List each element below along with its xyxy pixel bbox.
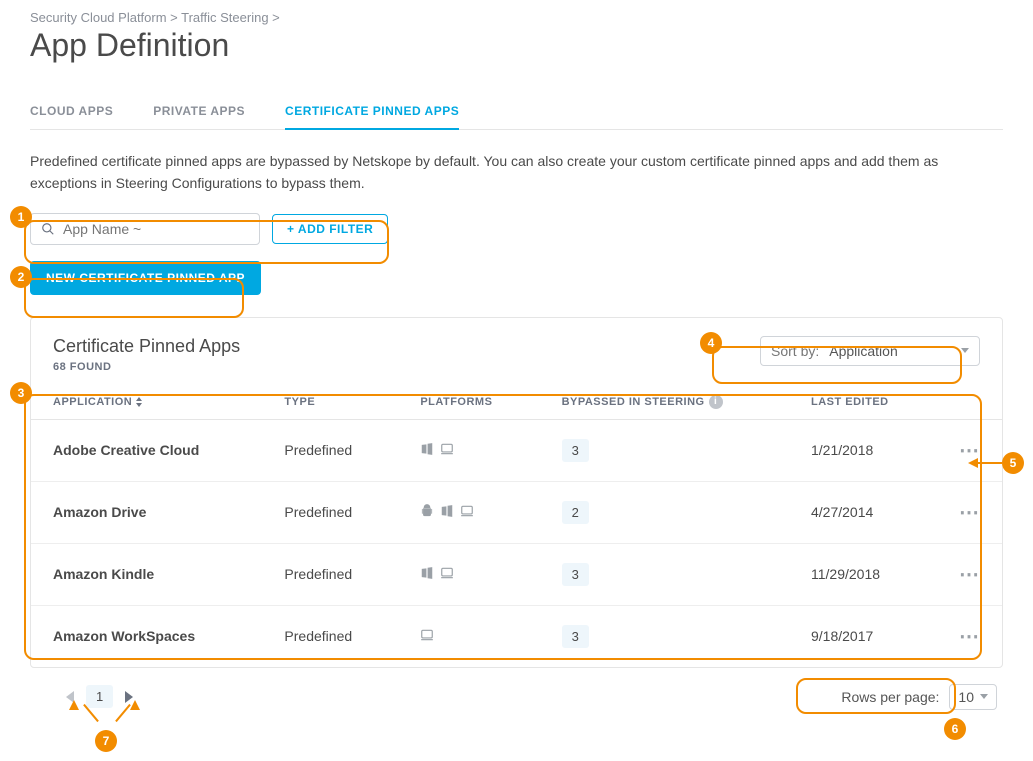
info-icon[interactable]: i — [709, 395, 723, 409]
page-title: App Definition — [30, 27, 1003, 64]
sort-icon — [136, 397, 142, 407]
cell-bypassed: 3 — [540, 605, 789, 667]
mac-icon — [440, 442, 454, 456]
table-row[interactable]: Amazon WorkSpacesPredefined 39/18/2017 ⋯ — [31, 605, 1002, 667]
cell-bypassed: 3 — [540, 419, 789, 481]
cell-last-edited: 4/27/2014 — [789, 481, 937, 543]
tab-cert-pinned-apps[interactable]: CERTIFICATE PINNED APPS — [285, 94, 459, 130]
annotation-badge: 6 — [944, 718, 966, 740]
cell-app-name: Amazon Drive — [31, 481, 262, 543]
pager-current-page[interactable]: 1 — [86, 685, 113, 708]
sort-by-label: Sort by: — [771, 343, 819, 359]
tab-description: Predefined certificate pinned apps are b… — [30, 150, 990, 195]
rows-per-page-select[interactable]: 10 — [949, 684, 997, 710]
tab-cloud-apps[interactable]: CLOUD APPS — [30, 94, 113, 130]
new-cert-pinned-app-button[interactable]: NEW CERTIFICATE PINNED APP — [30, 261, 261, 295]
search-input-wrapper[interactable] — [30, 213, 260, 245]
col-type[interactable]: TYPE — [262, 381, 398, 420]
android-icon — [420, 504, 434, 518]
cell-last-edited: 11/29/2018 — [789, 543, 937, 605]
rows-per-page-label: Rows per page: — [841, 689, 939, 705]
cell-bypassed: 2 — [540, 481, 789, 543]
cell-app-name: Amazon Kindle — [31, 543, 262, 605]
mac-icon — [460, 504, 474, 518]
windows-icon — [420, 442, 434, 456]
tab-private-apps[interactable]: PRIVATE APPS — [153, 94, 245, 130]
search-input[interactable] — [61, 220, 249, 238]
card-title: Certificate Pinned Apps — [53, 336, 240, 357]
table-row[interactable]: Adobe Creative CloudPredefined 31/21/2018… — [31, 419, 1002, 481]
col-platforms[interactable]: PLATFORMS — [398, 381, 539, 420]
found-count: 68 FOUND — [53, 361, 240, 373]
table-row[interactable]: Amazon KindlePredefined 311/29/2018 ⋯ — [31, 543, 1002, 605]
annotation-badge: 7 — [95, 730, 117, 752]
annotation-badge: 3 — [10, 382, 32, 404]
cell-type: Predefined — [262, 419, 398, 481]
mac-icon — [440, 566, 454, 580]
row-actions-icon[interactable]: ⋯ — [959, 502, 980, 524]
tabs: CLOUD APPS PRIVATE APPS CERTIFICATE PINN… — [30, 94, 1003, 130]
row-actions-icon[interactable]: ⋯ — [959, 626, 980, 648]
cell-app-name: Adobe Creative Cloud — [31, 419, 262, 481]
cell-platforms — [398, 605, 539, 667]
cell-bypassed: 3 — [540, 543, 789, 605]
apps-table-card: Certificate Pinned Apps 68 FOUND Sort by… — [30, 317, 1003, 668]
col-bypassed[interactable]: BYPASSED IN STEERINGi — [540, 381, 789, 420]
col-last-edited[interactable]: LAST EDITED — [789, 381, 937, 420]
table-row[interactable]: Amazon DrivePredefined 24/27/2014 ⋯ — [31, 481, 1002, 543]
cell-last-edited: 1/21/2018 — [789, 419, 937, 481]
col-application[interactable]: APPLICATION — [31, 381, 262, 420]
windows-icon — [420, 566, 434, 580]
cell-app-name: Amazon WorkSpaces — [31, 605, 262, 667]
cell-platforms — [398, 419, 539, 481]
search-icon — [41, 222, 55, 236]
add-filter-button[interactable]: + ADD FILTER — [272, 214, 388, 244]
chevron-down-icon — [961, 348, 969, 353]
cell-type: Predefined — [262, 481, 398, 543]
breadcrumb[interactable]: Security Cloud Platform > Traffic Steeri… — [30, 10, 1003, 25]
pager-prev-icon[interactable] — [66, 691, 74, 703]
annotation-badge: 5 — [1002, 452, 1024, 474]
cell-last-edited: 9/18/2017 — [789, 605, 937, 667]
sort-by-select[interactable]: Sort by: Application — [760, 336, 980, 366]
cell-platforms — [398, 481, 539, 543]
annotation-badge: 1 — [10, 206, 32, 228]
sort-by-value: Application — [829, 343, 961, 359]
cell-type: Predefined — [262, 605, 398, 667]
rows-per-page: Rows per page: 10 — [841, 684, 997, 710]
cell-platforms — [398, 543, 539, 605]
cell-type: Predefined — [262, 543, 398, 605]
windows-icon — [440, 504, 454, 518]
chevron-down-icon — [980, 694, 988, 699]
row-actions-icon[interactable]: ⋯ — [959, 564, 980, 586]
mac-icon — [420, 628, 434, 642]
row-actions-icon[interactable]: ⋯ — [959, 440, 980, 462]
annotation-badge: 2 — [10, 266, 32, 288]
pager: 1 — [66, 685, 133, 708]
pager-next-icon[interactable] — [125, 691, 133, 703]
